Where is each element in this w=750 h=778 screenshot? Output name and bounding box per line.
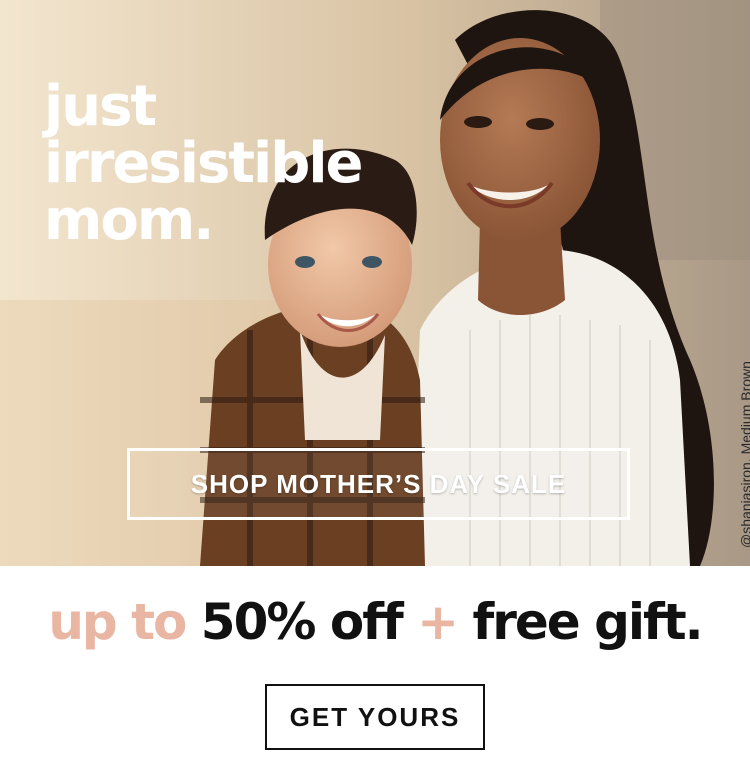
headline-line-2: irresistible [44,131,363,196]
shop-button-label: SHOP MOTHER’S DAY SALE [190,468,567,499]
offer-discount: 50% off [200,593,404,651]
hero-banner: just irresistible mom. @shaniasiron, Med… [0,0,750,566]
shop-mothers-day-sale-button[interactable]: SHOP MOTHER’S DAY SALE [127,448,630,520]
photo-credit: @shaniasiron, Medium Brown [738,361,750,548]
get-yours-label: GET YOURS [289,701,461,732]
offer-plus: + [401,593,473,651]
offer-up-to: up to [48,593,201,651]
get-yours-button[interactable]: GET YOURS [265,684,485,750]
headline-line-3: mom. [44,188,214,253]
offer-text: up to 50% off + free gift. [0,590,750,654]
headline: just irresistible mom. [44,74,363,253]
headline-line-1: just [44,74,157,139]
offer-free-gift: free gift. [472,593,703,651]
